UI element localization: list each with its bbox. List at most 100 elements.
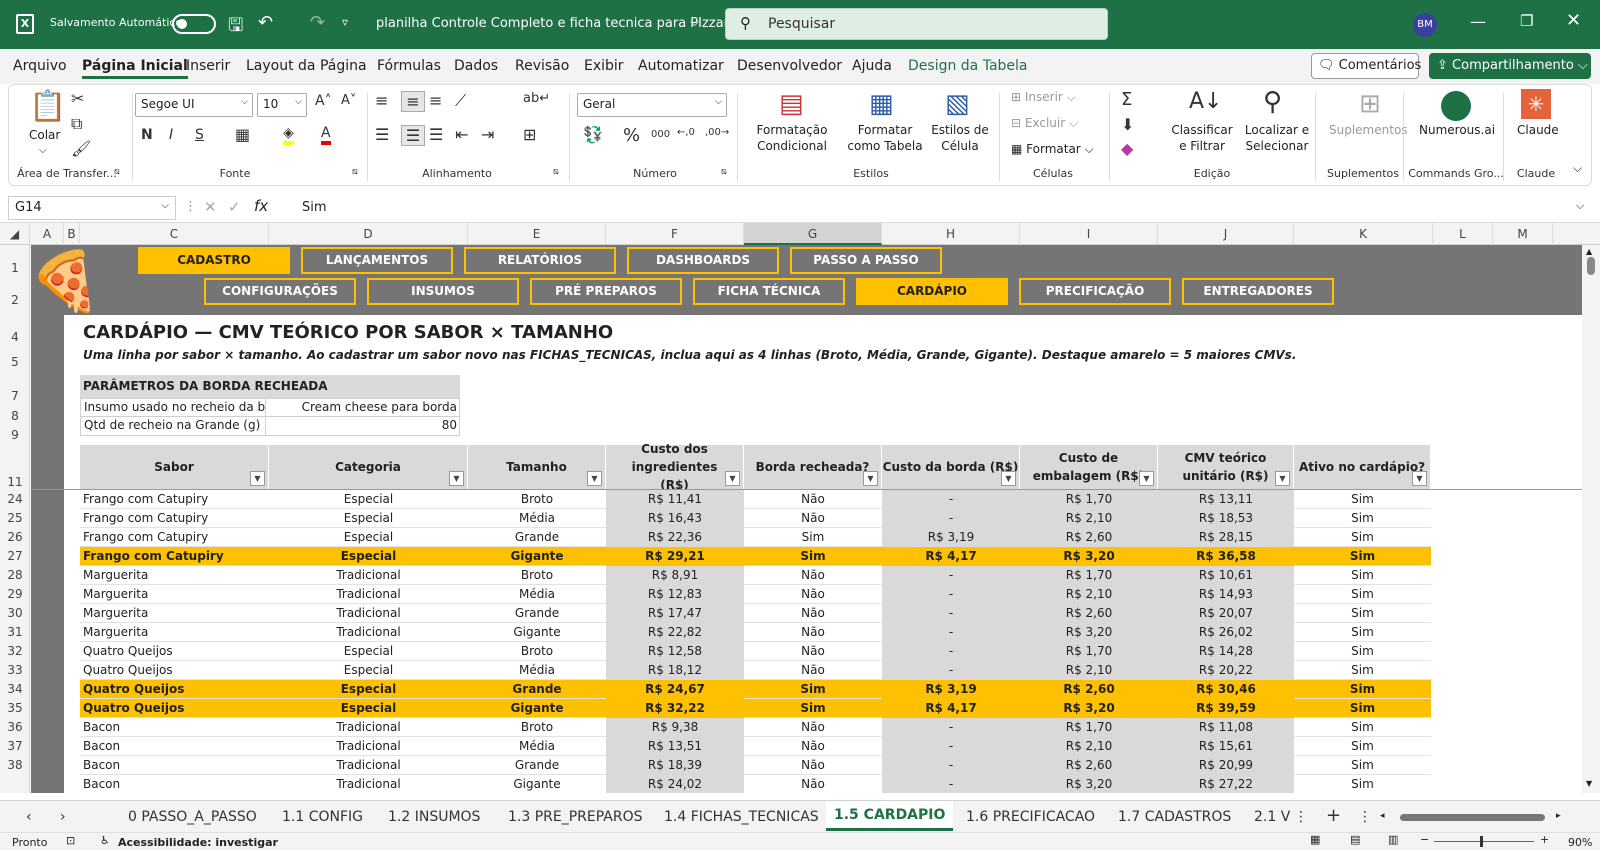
nav-cadastro-button[interactable]: CADASTRO <box>138 247 290 274</box>
menu-automatizar[interactable]: Automatizar <box>638 58 724 74</box>
cell-custo-ingredientes[interactable]: R$ 8,91 <box>606 566 744 585</box>
row-number[interactable]: 28 <box>0 568 30 582</box>
redo-icon[interactable]: ↷ <box>310 12 325 33</box>
add-sheet-icon[interactable]: + <box>1326 805 1341 826</box>
cell-categoria[interactable]: Tradicional <box>269 737 468 756</box>
cell-custo-borda[interactable]: - <box>882 642 1020 661</box>
addins-icon[interactable]: ⊞ <box>1359 89 1381 119</box>
macro-record-icon[interactable]: ⊡ <box>66 834 75 847</box>
comments-button[interactable]: 🗨 Comentários <box>1311 53 1421 79</box>
cell-custo-borda[interactable]: - <box>882 623 1020 642</box>
param2-value[interactable]: 80 <box>266 417 460 436</box>
cell-custo-borda[interactable]: - <box>882 585 1020 604</box>
minimize-icon[interactable]: — <box>1470 12 1486 31</box>
font-color-icon[interactable]: A <box>321 125 331 145</box>
header-categoria[interactable]: Categoria ▼ <box>269 445 468 489</box>
cell-custo-borda[interactable]: - <box>882 661 1020 680</box>
cell-custo-ingredientes[interactable]: R$ 12,58 <box>606 642 744 661</box>
normal-view-icon[interactable]: ▦ <box>1310 833 1320 846</box>
cell-custo-embalagem[interactable]: R$ 3,20 <box>1020 623 1158 642</box>
tab-more-icon[interactable]: ⋮ <box>1294 809 1308 825</box>
autosave-toggle[interactable] <box>172 14 216 34</box>
cell-cmv-teorico[interactable]: R$ 36,58 <box>1158 547 1294 566</box>
cell-categoria[interactable]: Tradicional <box>269 623 468 642</box>
cell-ativo[interactable]: Sim <box>1294 642 1431 661</box>
cell-categoria[interactable]: Tradicional <box>269 756 468 775</box>
decrease-indent-icon[interactable]: ⇤ <box>455 125 468 144</box>
cell-custo-embalagem[interactable]: R$ 1,70 <box>1020 642 1158 661</box>
format-painter-icon[interactable]: 🖌 <box>71 139 91 158</box>
row-number[interactable]: 38 <box>0 758 30 772</box>
filter-dropdown-icon[interactable]: ▼ <box>1001 471 1016 486</box>
row-number[interactable]: 1 <box>0 261 30 275</box>
clear-icon[interactable]: ◆ <box>1121 139 1133 158</box>
cell-custo-ingredientes[interactable]: R$ 12,83 <box>606 585 744 604</box>
filter-dropdown-icon[interactable]: ▼ <box>1139 471 1154 486</box>
cell-cmv-teorico[interactable]: R$ 18,53 <box>1158 509 1294 528</box>
sheet-tab[interactable]: 1.3 PRE_PREPAROS <box>508 809 643 825</box>
conditional-format-label[interactable]: Formatação Condicional <box>747 122 837 154</box>
scroll-down-icon[interactable]: ▼ <box>1586 779 1592 788</box>
cell-cmv-teorico[interactable]: R$ 39,59 <box>1158 699 1294 718</box>
row-number[interactable]: 30 <box>0 606 30 620</box>
header-custo-borda[interactable]: Custo da borda (R$) ▼ <box>882 445 1020 489</box>
column-header-l[interactable]: L <box>1433 223 1493 245</box>
filter-dropdown-icon[interactable]: ▼ <box>1275 471 1290 486</box>
cell-categoria[interactable]: Especial <box>269 490 468 509</box>
column-header-c[interactable]: C <box>80 223 269 245</box>
underline-icon[interactable]: S <box>195 127 204 143</box>
cell-custo-embalagem[interactable]: R$ 2,60 <box>1020 528 1158 547</box>
format-cells-button[interactable]: ▦ Formatar ⌵ <box>1011 141 1094 157</box>
column-header-d[interactable]: D <box>269 223 468 245</box>
cell-categoria[interactable]: Especial <box>269 699 468 718</box>
align-center-icon[interactable]: ☰ <box>401 125 425 146</box>
sheet-tab[interactable]: 0 PASSO_A_PASSO <box>128 809 257 825</box>
cell-categoria[interactable]: Tradicional <box>269 718 468 737</box>
header-custo-ingredientes[interactable]: Custo dos ingredientes (R$) ▼ <box>606 442 744 492</box>
menu-dados[interactable]: Dados <box>454 58 498 74</box>
row-number[interactable]: 11 <box>0 475 30 489</box>
cell-categoria[interactable]: Tradicional <box>269 604 468 623</box>
zoom-out-icon[interactable]: − <box>1420 833 1429 846</box>
cell-custo-ingredientes[interactable]: R$ 29,21 <box>606 547 744 566</box>
tab-options-icon[interactable]: ⋮ <box>1358 809 1372 825</box>
cell-custo-ingredientes[interactable]: R$ 9,38 <box>606 718 744 737</box>
cell-custo-borda[interactable]: R$ 4,17 <box>882 547 1020 566</box>
column-header-j[interactable]: J <box>1158 223 1294 245</box>
column-header-f[interactable]: F <box>606 223 744 245</box>
cell-ativo[interactable]: Sim <box>1294 528 1431 547</box>
cell-borda-recheada[interactable]: Não <box>744 718 882 737</box>
cell-cmv-teorico[interactable]: R$ 20,99 <box>1158 756 1294 775</box>
undo-icon[interactable]: ↶ <box>258 12 273 33</box>
menu-exibir[interactable]: Exibir <box>584 58 624 74</box>
close-icon[interactable]: ✕ <box>1566 10 1581 31</box>
autosum-icon[interactable]: Σ <box>1121 89 1132 110</box>
cell-custo-ingredientes[interactable]: R$ 24,02 <box>606 775 744 793</box>
nav-passo-a-passo-button[interactable]: PASSO A PASSO <box>790 247 942 274</box>
chevron-down-icon[interactable]: ⌵ <box>690 15 699 30</box>
cell-custo-borda[interactable]: - <box>882 775 1020 793</box>
sheet-tab[interactable]: 1.4 FICHAS_TECNICAS <box>664 809 819 825</box>
cell-custo-borda[interactable]: R$ 3,19 <box>882 680 1020 699</box>
dialog-launcher-icon[interactable]: ⧅ <box>721 167 727 177</box>
row-number[interactable]: 9 <box>0 428 30 442</box>
filter-dropdown-icon[interactable]: ▼ <box>250 471 265 486</box>
row-number[interactable]: 36 <box>0 720 30 734</box>
cell-borda-recheada[interactable]: Não <box>744 756 882 775</box>
cell-borda-recheada[interactable]: Não <box>744 737 882 756</box>
font-size-select[interactable]: 10 ⌵ <box>257 93 307 117</box>
column-header-b[interactable]: B <box>64 223 80 245</box>
cell-tamanho[interactable]: Broto <box>468 642 606 661</box>
cell-custo-borda[interactable]: - <box>882 604 1020 623</box>
menu-formulas[interactable]: Fórmulas <box>377 58 441 74</box>
cell-custo-borda[interactable]: - <box>882 737 1020 756</box>
row-number[interactable]: 5 <box>0 355 30 369</box>
param1-value[interactable]: Cream cheese para borda <box>266 399 460 418</box>
cell-borda-recheada[interactable]: Não <box>744 623 882 642</box>
menu-layout[interactable]: Layout da Página <box>246 58 367 74</box>
cell-borda-recheada[interactable]: Não <box>744 604 882 623</box>
cell-ativo[interactable]: Sim <box>1294 680 1431 699</box>
cell-ativo[interactable]: Sim <box>1294 509 1431 528</box>
nav-relatorios-button[interactable]: RELATÓRIOS <box>464 247 616 274</box>
select-all[interactable]: ◢ <box>0 223 30 245</box>
